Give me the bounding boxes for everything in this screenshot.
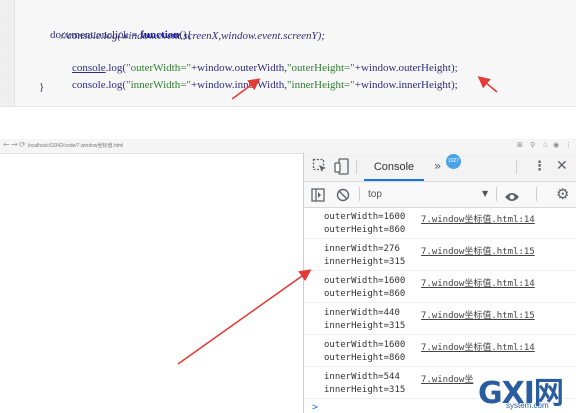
console-message: outerWidth=1600 outerHeight=860 7.window… <box>304 271 576 303</box>
log-text: outerHeight=860 <box>324 225 406 235</box>
toolbar-divider <box>536 187 537 201</box>
code-token: .log( <box>105 79 127 91</box>
annotation-arrow-window-edge <box>177 269 312 365</box>
more-tabs-icon[interactable]: » <box>434 159 441 173</box>
code-token: +window.innerHeight); <box>354 79 458 91</box>
toolbar-divider <box>359 187 360 201</box>
log-text: innerWidth=544 <box>324 372 400 382</box>
log-text: innerHeight=315 <box>324 321 406 331</box>
sidebar-toggle-icon[interactable] <box>311 187 325 206</box>
console-message: innerWidth=440 innerHeight=315 7.window坐… <box>304 303 576 335</box>
translate-icon[interactable]: ⊞ <box>517 141 523 149</box>
account-icon[interactable]: ◉ <box>553 141 559 149</box>
source-link[interactable]: 7.window坐标值.html:15 <box>421 244 535 257</box>
watermark-domain: system.com <box>506 401 549 410</box>
code-line-5: } <box>39 81 45 93</box>
code-token: +window.innerWidth, <box>190 79 288 91</box>
source-link[interactable]: 7.window坐 <box>421 372 473 385</box>
bookmark-star-icon[interactable]: ☆ <box>542 141 548 149</box>
console-prompt[interactable]: > <box>312 402 318 413</box>
code-string: "innerHeight=" <box>287 79 355 91</box>
context-selector[interactable]: top <box>368 189 382 200</box>
code-line-4: console.log("innerWidth="+window.innerWi… <box>61 64 458 106</box>
log-text: outerWidth=1600 <box>324 340 406 350</box>
tab-console[interactable]: Console <box>364 153 424 181</box>
devtools-tab-bar: Console » 1027 ⋮ ✕ <box>304 153 576 182</box>
source-link[interactable]: 7.window坐标值.html:14 <box>421 340 535 353</box>
settings-gear-icon[interactable]: ⚙ <box>556 185 569 203</box>
device-toolbar-icon[interactable] <box>334 158 350 179</box>
close-icon[interactable]: ✕ <box>556 158 568 174</box>
clear-console-icon[interactable] <box>336 187 350 206</box>
log-text: outerHeight=860 <box>324 353 406 363</box>
log-text: outerWidth=1600 <box>324 276 406 286</box>
console-message: outerWidth=1600 outerHeight=860 7.window… <box>304 207 576 239</box>
warning-count-badge[interactable]: 1027 <box>446 154 461 169</box>
source-link[interactable]: 7.window坐标值.html:15 <box>421 308 535 321</box>
chevron-down-icon[interactable]: ▼ <box>482 189 488 198</box>
log-text: outerHeight=860 <box>324 289 406 299</box>
browser-toolbar: ← → ⟳ localhost:63342/code/7.window坐标值.h… <box>0 139 576 154</box>
code-token: console <box>72 79 106 91</box>
log-text: outerWidth=1600 <box>324 212 406 222</box>
inspect-element-icon[interactable] <box>312 158 328 178</box>
address-bar[interactable]: localhost:63342/code/7.window坐标值.html <box>28 142 123 149</box>
live-expression-icon[interactable] <box>504 188 520 207</box>
code-string: "innerWidth=" <box>126 79 191 91</box>
toolbar-divider <box>496 187 497 201</box>
console-message: outerWidth=1600 outerHeight=860 7.window… <box>304 335 576 367</box>
reload-icon[interactable]: ⟳ <box>19 140 26 149</box>
log-text: innerWidth=440 <box>324 308 400 318</box>
zoom-icon[interactable]: ⚲ <box>530 141 535 149</box>
site-watermark-logo: GXI网 system.com <box>478 368 574 412</box>
back-icon[interactable]: ← <box>3 140 10 149</box>
source-link[interactable]: 7.window坐标值.html:14 <box>421 276 535 289</box>
log-text: innerWidth=276 <box>324 244 400 254</box>
log-text: innerHeight=315 <box>324 385 406 395</box>
console-toolbar: top ▼ ⚙ <box>304 182 576 208</box>
kebab-menu-icon[interactable]: ⋮ <box>533 159 546 174</box>
forward-icon[interactable]: → <box>11 140 18 149</box>
console-message: innerWidth=276 innerHeight=315 7.window坐… <box>304 239 576 271</box>
code-line-2-comment: //console.log(window.event.screenX,windo… <box>61 30 325 42</box>
source-link[interactable]: 7.window坐标值.html:14 <box>421 212 535 225</box>
log-text: innerHeight=315 <box>324 257 406 267</box>
tab-divider <box>356 160 357 174</box>
browser-menu-icon[interactable]: ⋮ <box>565 141 572 149</box>
code-editor-snippet: ------ document.onclick = function(){ //… <box>0 0 576 107</box>
line-gutter: ------ <box>0 0 15 106</box>
tab-divider <box>516 160 517 174</box>
